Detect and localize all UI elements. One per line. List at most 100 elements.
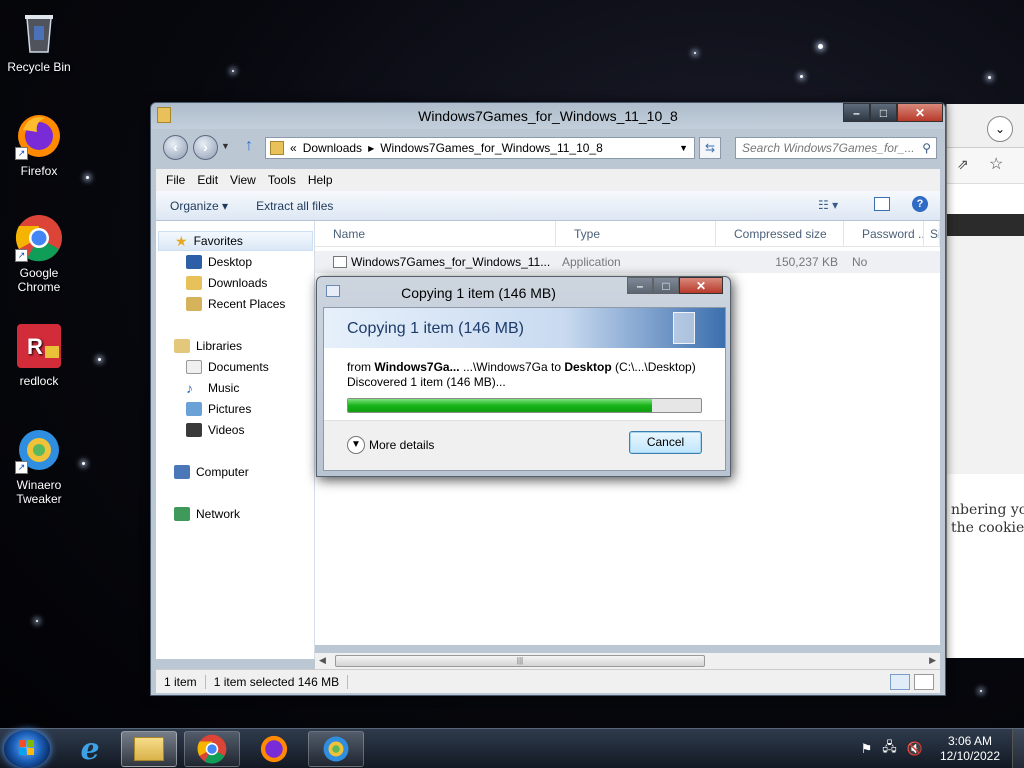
file-type: Application — [562, 255, 621, 269]
column-password[interactable]: Password ... — [844, 221, 924, 247]
navigation-pane: ★ Favorites Desktop Downloads Recent Pla… — [156, 221, 315, 659]
documents-stack-icon — [673, 312, 695, 344]
star — [98, 358, 101, 361]
progress-fill — [348, 399, 652, 412]
chevron-down-icon[interactable]: ⌄ — [987, 116, 1013, 142]
large-icons-view-icon[interactable] — [914, 673, 934, 690]
close-button[interactable]: ✕ — [897, 103, 943, 122]
desktop-icon-label: Recycle Bin — [7, 60, 71, 74]
breadcrumb-downloads[interactable]: Downloads — [303, 141, 362, 155]
refresh-button[interactable]: ⇆ — [699, 137, 721, 159]
menu-tools[interactable]: Tools — [262, 173, 302, 187]
back-button[interactable]: ‹ — [163, 135, 188, 160]
nav-computer[interactable]: Computer — [174, 462, 249, 482]
menu-edit[interactable]: Edit — [191, 173, 224, 187]
scroll-right-icon[interactable]: ▶ — [929, 655, 936, 666]
help-icon[interactable]: ? — [912, 196, 928, 212]
desktop-icon-redlock[interactable]: R redlock — [4, 322, 74, 388]
from-name[interactable]: Windows7Ga... — [374, 360, 459, 374]
more-details-toggle[interactable]: ▼ More details — [347, 436, 434, 454]
nav-desktop[interactable]: Desktop — [186, 252, 252, 272]
recent-pages-chevron-icon[interactable]: ▼ — [221, 141, 230, 151]
nav-music[interactable]: ♪ Music — [186, 378, 239, 398]
column-compressed-size[interactable]: Compressed size — [716, 221, 844, 247]
menu-file[interactable]: File — [160, 173, 191, 187]
nav-label: Libraries — [196, 339, 243, 353]
clock[interactable]: 3:06 AM 12/10/2022 — [928, 734, 1012, 764]
star — [86, 176, 89, 179]
search-input[interactable]: Search Windows7Games_for_... ⚲ — [735, 137, 937, 159]
background-browser-window[interactable]: ⌄ ⇗ ☆ nbering you the cookie — [946, 104, 1024, 658]
maximize-button[interactable]: □ — [870, 103, 897, 122]
column-headers: Name Type Compressed size Password ... S… — [315, 221, 940, 247]
breadcrumb-folder[interactable]: Windows7Games_for_Windows_11_10_8 — [380, 141, 603, 155]
address-bar[interactable]: « Downloads ▶ Windows7Games_for_Windows_… — [265, 137, 695, 159]
cancel-button[interactable]: Cancel — [629, 431, 702, 454]
nav-videos[interactable]: Videos — [186, 420, 244, 440]
column-size[interactable]: Si — [924, 221, 940, 247]
details-view-icon[interactable] — [890, 673, 910, 690]
forward-button[interactable]: › — [193, 135, 218, 160]
nav-libraries[interactable]: Libraries — [174, 336, 242, 356]
taskbar-internet-explorer[interactable]: e — [62, 731, 118, 767]
address-prefix[interactable]: « — [290, 141, 297, 155]
up-arrow-icon[interactable]: ↑ — [245, 137, 253, 155]
volume-muted-icon[interactable]: 🔇 — [902, 741, 928, 757]
taskbar-firefox[interactable] — [246, 731, 302, 767]
nav-favorites[interactable]: ★ Favorites — [158, 231, 313, 251]
preview-pane-icon[interactable] — [874, 197, 890, 211]
desktop-icon-firefox[interactable]: ↗ Firefox — [4, 112, 74, 178]
desktop-icon-google-chrome[interactable]: ↗ Google Chrome — [4, 214, 74, 294]
view-options-icon[interactable]: ☷ ▾ — [818, 198, 838, 212]
scroll-left-icon[interactable]: ◀ — [319, 655, 326, 666]
organize-button[interactable]: Organize ▾ — [156, 199, 242, 213]
libraries-icon — [174, 339, 190, 353]
star-icon[interactable]: ☆ — [989, 154, 1003, 174]
address-row: ‹ › ▼ ↑ « Downloads ▶ Windows7Games_for_… — [151, 129, 945, 163]
network-icon[interactable]: 🖧 — [877, 738, 902, 760]
extract-all-files-button[interactable]: Extract all files — [242, 199, 347, 213]
star — [694, 52, 696, 54]
minimize-button[interactable]: – — [843, 103, 870, 122]
status-item-count: 1 item — [156, 674, 206, 689]
close-button[interactable]: ✕ — [679, 277, 723, 294]
action-center-flag-icon[interactable]: ⚑ — [856, 741, 878, 757]
clock-date: 12/10/2022 — [939, 749, 1000, 763]
taskbar-chrome[interactable] — [184, 731, 240, 767]
desktop-icon-winaero-tweaker[interactable]: ↗ Winaero Tweaker — [4, 426, 74, 506]
recent-places-icon — [186, 297, 202, 311]
menu-help[interactable]: Help — [302, 173, 339, 187]
minimize-button[interactable]: – — [627, 277, 653, 294]
menu-view[interactable]: View — [224, 173, 262, 187]
start-button[interactable] — [4, 730, 50, 768]
nav-documents[interactable]: Documents — [186, 357, 269, 377]
table-row[interactable]: Windows7Games_for_Windows_11... Applicat… — [315, 251, 940, 273]
nav-pictures[interactable]: Pictures — [186, 399, 251, 419]
nav-recent-places[interactable]: Recent Places — [186, 294, 285, 314]
column-type[interactable]: Type — [556, 221, 716, 247]
share-icon[interactable]: ⇗ — [957, 156, 969, 173]
taskbar-winaero-tweaker[interactable] — [308, 731, 364, 767]
copy-source-destination: from Windows7Ga... ...\Windows7Ga to Des… — [347, 360, 696, 374]
column-name[interactable]: Name — [315, 221, 556, 247]
desktop-icon-label: Firefox — [20, 164, 58, 178]
explorer-titlebar[interactable]: Windows7Games_for_Windows_11_10_8 – □ ✕ — [151, 103, 945, 129]
downloads-folder-icon — [186, 276, 202, 290]
copy-progress-dialog[interactable]: Copying 1 item (146 MB) – □ ✕ Copying 1 … — [316, 276, 731, 477]
maximize-button[interactable]: □ — [653, 277, 679, 294]
nav-downloads[interactable]: Downloads — [186, 273, 267, 293]
browser-tabbar: ⌄ — [947, 104, 1024, 148]
chevron-down-icon[interactable]: ▼ — [347, 436, 365, 454]
to-name[interactable]: Desktop — [564, 360, 611, 374]
search-icon[interactable]: ⚲ — [922, 138, 931, 158]
windows-logo-icon — [19, 740, 34, 755]
desktop-icon-recycle-bin[interactable]: Recycle Bin — [4, 8, 74, 74]
chrome-icon — [197, 734, 227, 764]
taskbar-windows-explorer[interactable] — [121, 731, 177, 767]
horizontal-scrollbar[interactable]: ◀ ||| ▶ — [315, 653, 940, 669]
nav-network[interactable]: Network — [174, 504, 240, 524]
show-desktop-button[interactable] — [1012, 729, 1024, 768]
address-dropdown-icon[interactable]: ▼ — [679, 143, 688, 153]
scrollbar-thumb[interactable]: ||| — [335, 655, 705, 667]
network-icon — [174, 507, 190, 521]
